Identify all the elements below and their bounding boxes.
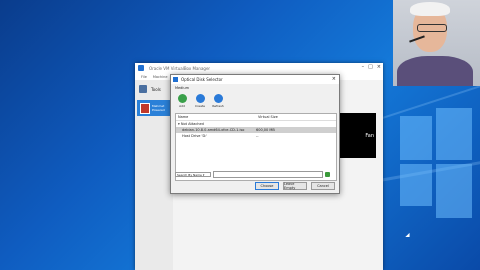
- manager-titlebar: Oracle VM VirtualBox Manager – □ ×: [135, 63, 383, 73]
- create-label: Create: [195, 104, 205, 108]
- chevron-down-icon: ▾: [201, 172, 205, 177]
- dialog-titlebar: Optical Disk Selector ×: [171, 75, 339, 84]
- row-name: ▾ Not Attached: [178, 122, 204, 126]
- table-row[interactable]: Host Drive 'D:' --: [176, 133, 336, 139]
- virtualbox-icon: [138, 65, 144, 71]
- maximize-button[interactable]: □: [368, 64, 373, 70]
- webcam-overlay: [393, 0, 480, 86]
- cancel-button[interactable]: Cancel: [311, 182, 335, 190]
- windows-logo: [400, 108, 472, 218]
- search-mode-dropdown[interactable]: Search By Name ▾: [175, 172, 211, 177]
- menu-file[interactable]: File: [141, 75, 147, 79]
- choose-button[interactable]: Choose: [255, 182, 279, 190]
- column-name[interactable]: Name: [176, 115, 258, 119]
- search-bar: Search By Name ▾: [175, 171, 330, 178]
- column-virtual-size[interactable]: Virtual Size: [258, 115, 278, 119]
- row-size: --: [256, 134, 259, 138]
- tools-item[interactable]: Tools: [139, 85, 161, 93]
- mouse-cursor-icon: [405, 232, 412, 240]
- dialog-subtitle: Medium: [175, 86, 189, 90]
- dialog-app-icon: [173, 77, 178, 82]
- refresh-button[interactable]: Refresh: [211, 94, 225, 108]
- vm-state: Powered: [152, 108, 165, 112]
- list-header: Name Virtual Size: [176, 114, 336, 121]
- dialog-buttons: Choose Leave Empty Cancel: [255, 182, 335, 190]
- tools-icon: [139, 85, 147, 93]
- add-icon: [177, 94, 187, 103]
- tools-label: Tools: [151, 86, 161, 92]
- add-button[interactable]: Add: [175, 94, 189, 108]
- vm-list-item[interactable]: Mehmet Powered: [137, 100, 171, 116]
- row-name: debian-10.8.0-amd64-xfce-CD-1.iso: [182, 128, 245, 132]
- vm-os-icon: [140, 102, 150, 114]
- refresh-label: Refresh: [212, 104, 224, 108]
- menu-machine[interactable]: Machine: [153, 75, 168, 79]
- dialog-close-button[interactable]: ×: [332, 76, 336, 82]
- add-label: Add: [179, 104, 185, 108]
- optical-disk-selector-dialog: Optical Disk Selector × Medium Add Creat…: [170, 74, 340, 194]
- minimize-button[interactable]: –: [362, 64, 365, 70]
- vm-preview: Fan: [340, 113, 376, 158]
- dialog-title: Optical Disk Selector: [181, 77, 223, 82]
- dialog-toolbar: Add Create Refresh: [175, 94, 225, 108]
- preview-text: Fan: [365, 132, 374, 139]
- search-mode-label: Search By Name: [177, 172, 202, 177]
- search-input[interactable]: [213, 171, 323, 178]
- refresh-icon: [213, 94, 223, 103]
- leave-empty-button[interactable]: Leave Empty: [283, 182, 307, 190]
- manager-title: Oracle VM VirtualBox Manager: [149, 65, 211, 71]
- create-icon: [195, 94, 205, 103]
- row-name: Host Drive 'D:': [182, 134, 208, 138]
- create-button[interactable]: Create: [193, 94, 207, 108]
- close-button[interactable]: ×: [377, 64, 381, 70]
- search-icon[interactable]: [325, 172, 330, 177]
- row-size: 600,00 MB: [256, 128, 275, 132]
- vm-sidebar: Tools Mehmet Powered: [135, 80, 173, 270]
